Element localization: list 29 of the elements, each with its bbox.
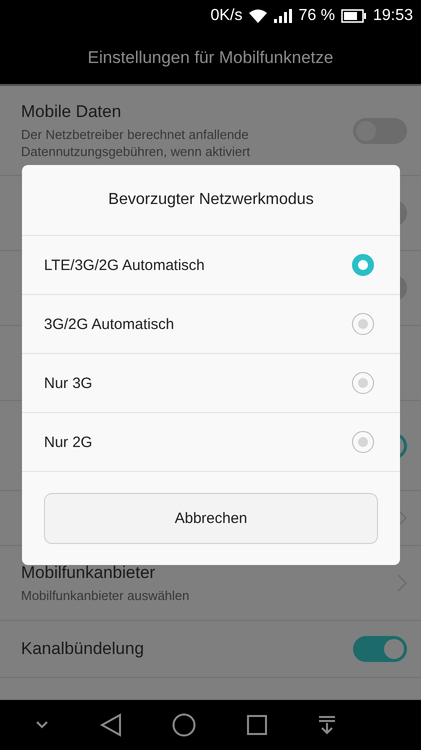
recents-icon[interactable] <box>247 715 268 736</box>
toggle-switch[interactable] <box>353 636 407 662</box>
signal-icon <box>274 8 292 23</box>
clock: 19:53 <box>372 6 413 25</box>
radio-button[interactable] <box>352 254 374 276</box>
radio-button[interactable] <box>352 313 374 335</box>
back-icon[interactable] <box>100 713 122 738</box>
network-mode-option[interactable]: LTE/3G/2G Automatisch <box>22 236 400 295</box>
chevron-down-icon[interactable] <box>35 721 50 730</box>
setting-title: Mobilfunkanbieter <box>21 562 156 583</box>
screen-title: Einstellungen für Mobilfunknetze <box>88 48 334 68</box>
network-mode-option[interactable]: Nur 2G <box>22 413 400 472</box>
battery-icon <box>340 8 367 23</box>
home-icon[interactable] <box>172 713 196 738</box>
network-mode-option[interactable]: 3G/2G Automatisch <box>22 295 400 354</box>
cancel-button[interactable]: Abbrechen <box>44 493 378 544</box>
network-speed: 0K/s <box>210 6 242 25</box>
battery-percent: 76 % <box>298 6 335 25</box>
setting-title: Kanalbündelung <box>21 639 145 660</box>
radio-button[interactable] <box>352 372 374 394</box>
setting-description: Der Netzbetreiber berechnet anfallende Datennutzungsgebühren, wenn aktiviert <box>21 126 252 160</box>
setting-title: Mobile Daten <box>21 102 122 122</box>
wifi-icon <box>248 8 268 24</box>
radio-button[interactable] <box>352 431 374 453</box>
dialog-title: Bevorzugter Netzwerkmodus <box>108 191 314 209</box>
settings-row[interactable]: Kanalbündelung <box>0 621 421 678</box>
setting-description: Mobilfunkanbieter auswählen <box>21 586 190 604</box>
notification-pull-icon[interactable] <box>318 715 336 736</box>
network-mode-option[interactable]: Nur 3G <box>22 354 400 413</box>
